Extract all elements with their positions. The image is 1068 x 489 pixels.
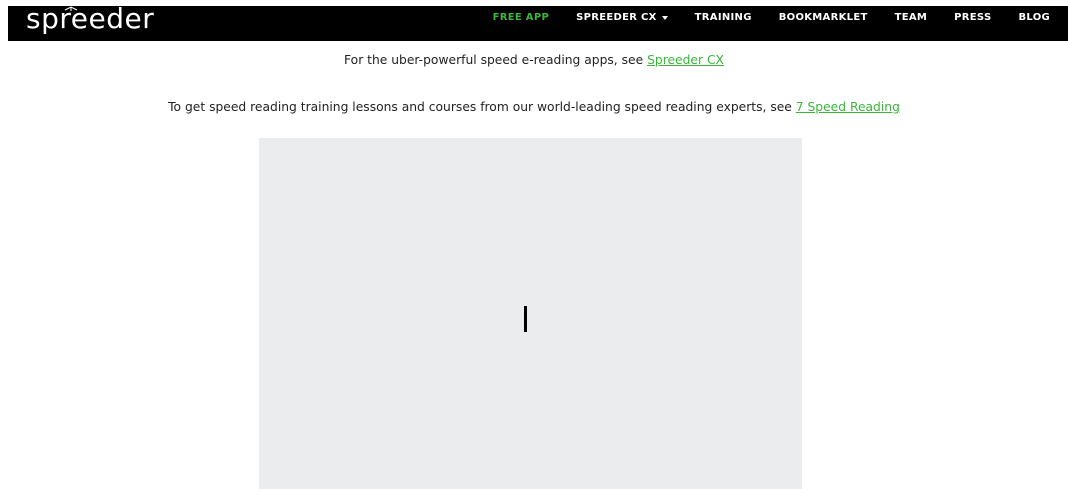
caret-down-icon	[661, 15, 668, 20]
nav-spreeder-cx[interactable]: SPREEDER CX	[576, 12, 668, 23]
nav-press[interactable]: PRESS	[954, 12, 991, 23]
nav-free-app-label: FREE APP	[492, 12, 550, 23]
nav-bookmarklet-label: BOOKMARKLET	[778, 12, 868, 23]
nav-free-app[interactable]: FREE APP	[493, 12, 549, 23]
spreeder-logo[interactable]: spreeder	[26, 1, 154, 36]
speed-reading-promo: To get speed reading training lessons an…	[0, 100, 1068, 114]
nav-training[interactable]: TRAINING	[695, 12, 752, 23]
book-icon	[64, 6, 78, 11]
7-speed-reading-link[interactable]: 7 Speed Reading	[796, 100, 900, 114]
promo-text-1: For the uber-powerful speed e-reading ap…	[344, 53, 648, 67]
word-cursor	[524, 306, 527, 332]
nav-press-label: PRESS	[954, 12, 992, 23]
nav-training-label: TRAINING	[694, 12, 752, 23]
nav-team-label: TEAM	[894, 12, 928, 23]
spreeder-cx-promo: For the uber-powerful speed e-reading ap…	[0, 53, 1068, 67]
nav-blog[interactable]: BLOG	[1018, 12, 1050, 23]
top-navbar: spreeder FREE APP SPREEDER CX TRAINING B…	[8, 2, 1068, 41]
spreeder-cx-link[interactable]: Spreeder CX	[647, 53, 724, 67]
nav-bookmarklet[interactable]: BOOKMARKLET	[779, 12, 868, 23]
logo-text: spreeder	[26, 2, 155, 35]
nav-menu: FREE APP SPREEDER CX TRAINING BOOKMARKLE…	[466, 6, 1050, 41]
nav-blog-label: BLOG	[1018, 12, 1050, 23]
nav-team[interactable]: TEAM	[895, 12, 928, 23]
nav-spreeder-cx-label: SPREEDER CX	[576, 12, 657, 23]
reader-display[interactable]	[259, 138, 802, 489]
promo-text-2: To get speed reading training lessons an…	[168, 100, 796, 114]
